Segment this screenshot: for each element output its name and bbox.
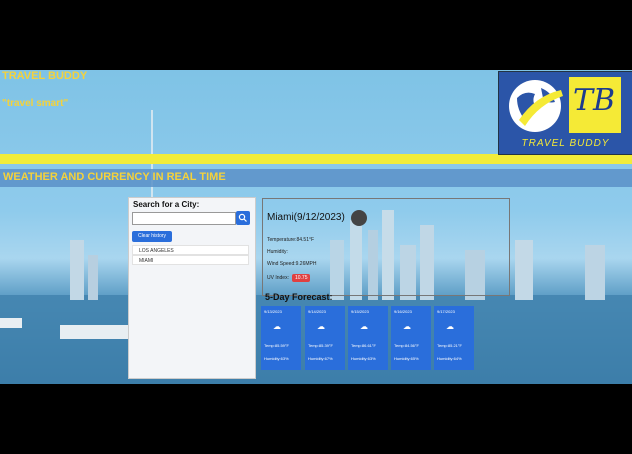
forecast-temp: Temp:85.21°F — [437, 343, 462, 348]
site-slogan: "travel smart" — [2, 98, 69, 109]
forecast-title: 5-Day Forecast: — [265, 292, 333, 302]
forecast-date: 9/16/2023 — [394, 309, 412, 314]
forecast-humidity: Humidity:67% — [308, 356, 333, 361]
wind-text: Wind Speed:9.26MPH — [267, 261, 317, 267]
cloud-icon: ☁ — [317, 322, 325, 331]
cloud-icon: ☁ — [403, 322, 411, 331]
logo-letters: TB — [573, 83, 616, 118]
forecast-card: 9/17/2023 ☁ Temp:85.21°F Humidity:64% — [434, 306, 474, 370]
cloud-icon: ☁ — [446, 322, 454, 331]
forecast-card: 9/15/2023 ☁ Temp:86.61°F Humidity:63% — [348, 306, 388, 370]
app-page: TRAVEL BUDDY "travel smart" WEATHER AND … — [0, 70, 632, 384]
logo-name: TRAVEL BUDDY — [521, 138, 610, 149]
forecast-temp: Temp:86.61°F — [351, 343, 376, 348]
forecast-temp: Temp:84.56°F — [394, 343, 419, 348]
forecast-card: 9/16/2023 ☁ Temp:84.56°F Humidity:65% — [391, 306, 431, 370]
forecast-date: 9/15/2023 — [351, 309, 369, 314]
forecast-card: 9/13/2023 ☁ Temp:85.59°F Humidity:63% — [261, 306, 301, 370]
current-weather-panel: Miami(9/12/2023) Temperature:84.51°F Hum… — [262, 198, 510, 296]
forecast-humidity: Humidity:64% — [437, 356, 462, 361]
uv-line: UV Index: 10.75 — [267, 274, 311, 282]
search-panel: Search for a City: Clear history LOS ANG… — [128, 197, 256, 379]
site-title: TRAVEL BUDDY — [2, 70, 88, 82]
banner-text: WEATHER AND CURRENCY IN REAL TIME — [3, 171, 226, 183]
history-item[interactable]: LOS ANGELES — [132, 245, 249, 255]
humidity-text: Humidity: — [267, 249, 288, 255]
city-search-input[interactable] — [132, 212, 236, 225]
search-label: Search for a City: — [133, 200, 200, 209]
logo-badge: TB — [569, 77, 621, 133]
yellow-stripe — [0, 154, 632, 164]
search-icon — [238, 213, 247, 222]
uv-badge: 10.75 — [291, 274, 311, 282]
forecast-temp: Temp:85.59°F — [264, 343, 289, 348]
search-button[interactable] — [236, 211, 250, 225]
clear-history-button[interactable]: Clear history — [132, 231, 172, 242]
forecast-card: 9/14/2023 ☁ Temp:85.39°F Humidity:67% — [305, 306, 345, 370]
forecast-temp: Temp:85.39°F — [308, 343, 333, 348]
history-item[interactable]: MIAMI — [132, 255, 249, 265]
weather-icon — [351, 210, 367, 226]
globe-icon — [509, 80, 563, 132]
uv-label: UV Index: — [267, 275, 289, 281]
travel-buddy-logo: TB TRAVEL BUDDY — [498, 71, 632, 155]
forecast-humidity: Humidity:65% — [394, 356, 419, 361]
temperature-text: Temperature:84.51°F — [267, 237, 315, 243]
cloud-icon: ☁ — [273, 322, 281, 331]
city-date-heading: Miami(9/12/2023) — [267, 212, 345, 223]
cloud-icon: ☁ — [360, 322, 368, 331]
forecast-date: 9/14/2023 — [308, 309, 326, 314]
forecast-humidity: Humidity:63% — [264, 356, 289, 361]
banner: WEATHER AND CURRENCY IN REAL TIME — [0, 169, 632, 187]
forecast-date: 9/13/2023 — [264, 309, 282, 314]
forecast-date: 9/17/2023 — [437, 309, 455, 314]
forecast-humidity: Humidity:63% — [351, 356, 376, 361]
